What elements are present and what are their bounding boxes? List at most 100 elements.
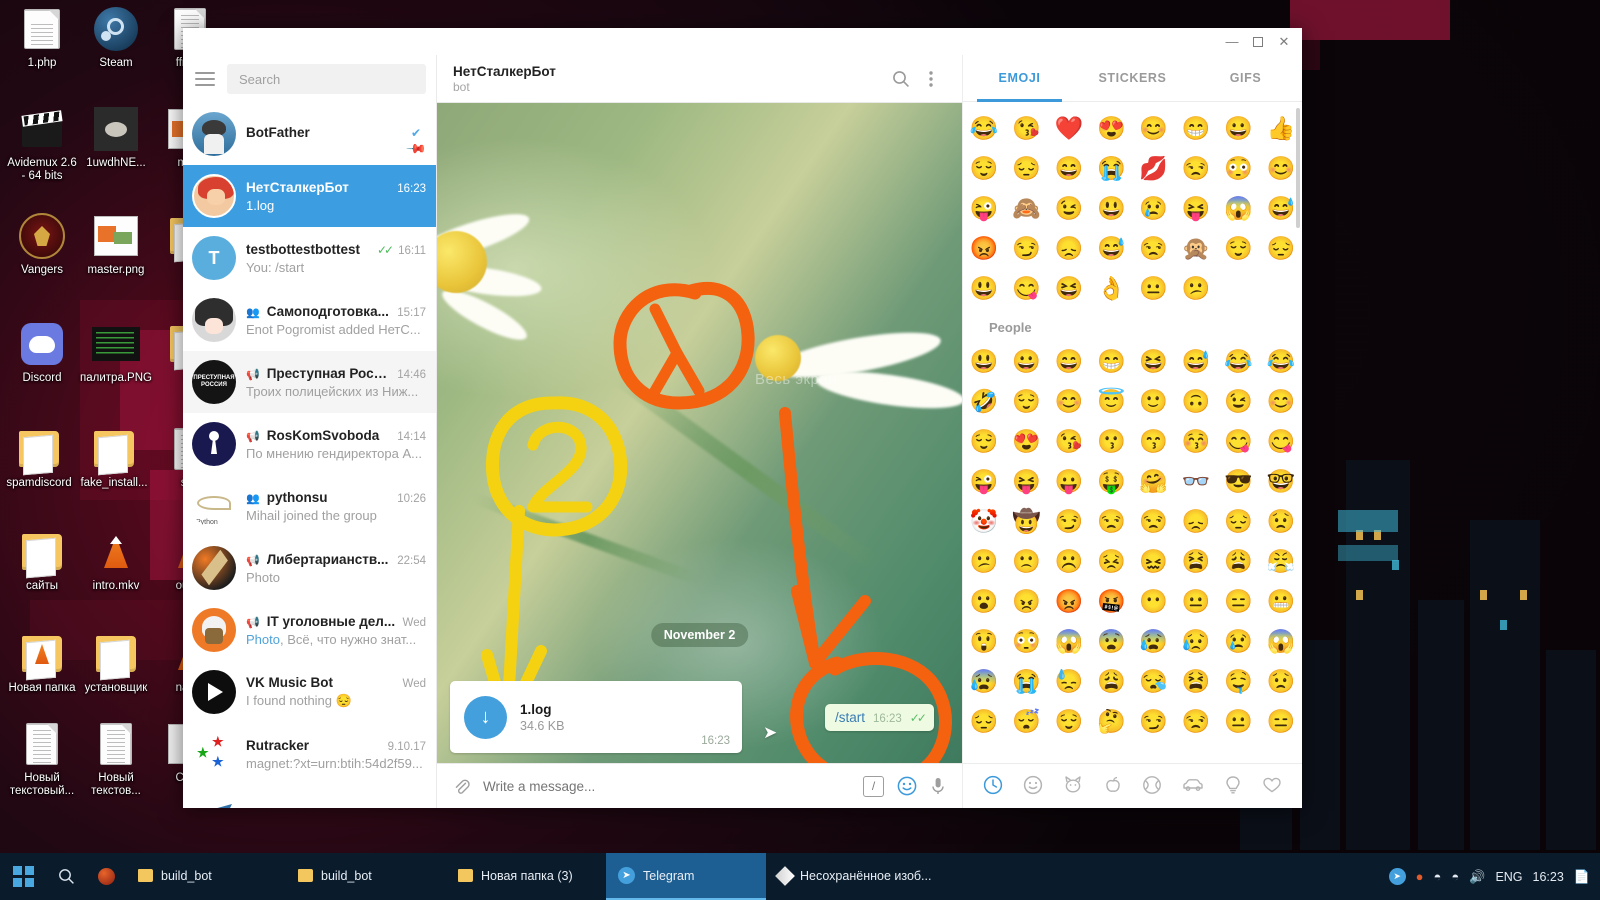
desktop-icon[interactable]: intro.mkv: [79, 528, 153, 593]
emoji-cell[interactable]: 😨: [1090, 621, 1132, 661]
emoji-scroll-area[interactable]: 😂 😘 ❤️ 😍 😊 😁 😀 👍 😌 😔 😄 😭 💋 😒 😳 😊 😜 🙈 😉 😃 😢 😝 😱 😅 😡 😏 😞 😅 😒 🙊 😌 😔 😃 😋 😆 👌 😐 😕 …: [963, 102, 1302, 763]
emoji-cell[interactable]: 😓: [1048, 661, 1090, 701]
emoji-cell[interactable]: 😄: [1048, 341, 1090, 381]
smiley-icon[interactable]: [897, 776, 917, 796]
emoji-cell[interactable]: 😂: [1217, 341, 1259, 381]
desktop-icon[interactable]: Steam: [79, 5, 153, 70]
language-indicator[interactable]: ENG: [1495, 870, 1522, 884]
emoji-cell[interactable]: 😀: [1217, 108, 1259, 148]
emoji-cell[interactable]: 😪: [1133, 661, 1175, 701]
emoji-cell[interactable]: ❤️: [1048, 108, 1090, 148]
desktop-icon[interactable]: установщик: [79, 630, 153, 695]
emoji-cell[interactable]: 😑: [1217, 581, 1259, 621]
forward-icon[interactable]: ➤: [763, 723, 777, 743]
download-icon[interactable]: ↓: [464, 695, 507, 739]
emoji-cell[interactable]: 😀: [1005, 341, 1047, 381]
smiley-icon[interactable]: [1023, 775, 1043, 798]
emoji-cell[interactable]: 💋: [1133, 148, 1175, 188]
desktop-icon[interactable]: Avidemux 2.6 - 64 bits: [5, 105, 79, 183]
chat-list-item[interactable]: VK Music Bot Wed I found nothing 😔: [183, 661, 436, 723]
windows-start-icon[interactable]: [0, 853, 46, 900]
emoji-cell[interactable]: 😂: [963, 108, 1005, 148]
heart-icon[interactable]: [1262, 775, 1282, 798]
emoji-cell[interactable]: 😰: [1133, 621, 1175, 661]
search-input[interactable]: Search: [227, 64, 426, 94]
emoji-cell[interactable]: 👓: [1175, 461, 1217, 501]
emoji-cell[interactable]: 🤣: [963, 381, 1005, 421]
emoji-cell[interactable]: 😝: [1175, 188, 1217, 228]
emoji-cell[interactable]: 🤔: [1090, 701, 1132, 741]
emoji-cell[interactable]: 😌: [963, 148, 1005, 188]
usb-icon[interactable]: ◓: [1434, 869, 1442, 884]
taskbar-button[interactable]: Несохранённое изоб...: [766, 853, 946, 900]
microphone-icon[interactable]: [930, 777, 946, 795]
close-button[interactable]: ✕: [1271, 31, 1297, 53]
emoji-cell[interactable]: 😌: [1048, 701, 1090, 741]
emoji-cell[interactable]: 😙: [1133, 421, 1175, 461]
desktop-icon[interactable]: master.png: [79, 212, 153, 277]
emoji-cell[interactable]: 😭: [1005, 661, 1047, 701]
emoji-cell[interactable]: 😶: [1133, 581, 1175, 621]
emoji-cell[interactable]: 😮: [963, 581, 1005, 621]
desktop-icon[interactable]: сайты: [5, 528, 79, 593]
emoji-cell[interactable]: 😋: [1260, 421, 1302, 461]
chat-list-item[interactable]: TgVPN 10.09.17: [183, 785, 436, 808]
desktop-icon[interactable]: палитра.PNG: [79, 320, 153, 385]
gpu-icon[interactable]: ●: [1416, 869, 1424, 884]
emoji-cell[interactable]: 😫: [1175, 661, 1217, 701]
chat-list-item[interactable]: Python 👥 pythonsu 10:26 Mihail joined th…: [183, 475, 436, 537]
taskbar-button[interactable]: build_bot: [286, 853, 446, 900]
emoji-cell[interactable]: 😒: [1175, 148, 1217, 188]
clock-icon[interactable]: [983, 775, 1003, 798]
slash-command-icon[interactable]: /: [863, 775, 884, 797]
ball-icon[interactable]: [1142, 775, 1162, 798]
emoji-cell[interactable]: 😱: [1260, 621, 1302, 661]
emoji-cell[interactable]: 😩: [1217, 541, 1259, 581]
emoji-cell[interactable]: 😅: [1175, 341, 1217, 381]
emoji-cell[interactable]: 😌: [1217, 228, 1259, 268]
emoji-cell[interactable]: 😩: [1090, 661, 1132, 701]
paperclip-icon[interactable]: [453, 778, 470, 795]
emoji-cell[interactable]: 😊: [1260, 381, 1302, 421]
emoji-cell[interactable]: 😟: [1260, 661, 1302, 701]
emoji-cell[interactable]: 😘: [1005, 108, 1047, 148]
chat-list-item-selected[interactable]: НетСталкерБот 16:23 1.log: [183, 165, 436, 227]
file-message-bubble[interactable]: ↓ 1.log 34.6 KB 16:23: [450, 681, 742, 753]
emoji-grid-people[interactable]: 😃 😀 😄 😁 😆 😅 😂 😂 🤣 😌 😊 😇 🙂 🙃 😉 😊 😌 😍 😘 😗 😙 😚 😋 😋 😜 😝 😛 🤑 🤗 👓 😎 🤓 🤡 🤠 😏 😒 😒 😞 😔 😟…: [963, 341, 1302, 741]
emoji-cell[interactable]: 🙂: [1133, 381, 1175, 421]
emoji-cell[interactable]: 😐: [1133, 268, 1175, 308]
emoji-cell[interactable]: 😕: [963, 541, 1005, 581]
apple-icon[interactable]: [1103, 775, 1123, 798]
emoji-cell[interactable]: 😠: [1005, 581, 1047, 621]
emoji-cell[interactable]: 😏: [1005, 228, 1047, 268]
volume-icon[interactable]: 🔊: [1469, 869, 1485, 885]
emoji-cell[interactable]: 👌: [1090, 268, 1132, 308]
emoji-cell[interactable]: 😔: [1260, 228, 1302, 268]
emoji-cell[interactable]: 😞: [1048, 228, 1090, 268]
emoji-cell[interactable]: 🤠: [1005, 501, 1047, 541]
emoji-cell[interactable]: 😐: [1217, 701, 1259, 741]
emoji-cell[interactable]: 😎: [1217, 461, 1259, 501]
emoji-cell[interactable]: 🤡: [963, 501, 1005, 541]
desktop-icon[interactable]: fake_install...: [77, 425, 151, 490]
emoji-cell[interactable]: 😜: [963, 188, 1005, 228]
emoji-cell[interactable]: 😣: [1090, 541, 1132, 581]
emoji-cell[interactable]: 😆: [1048, 268, 1090, 308]
emoji-cell[interactable]: 😌: [1005, 381, 1047, 421]
emoji-cell[interactable]: 😰: [963, 661, 1005, 701]
taskbar-button[interactable]: build_bot: [126, 853, 286, 900]
emoji-cell[interactable]: 😄: [1048, 148, 1090, 188]
emoji-cell[interactable]: 😍: [1005, 421, 1047, 461]
emoji-cell[interactable]: 😇: [1090, 381, 1132, 421]
emoji-cell[interactable]: 😞: [1175, 501, 1217, 541]
emoji-cell[interactable]: 😟: [1260, 501, 1302, 541]
emoji-cell[interactable]: 🤑: [1090, 461, 1132, 501]
emoji-cell[interactable]: 😔: [1217, 501, 1259, 541]
emoji-cell[interactable]: 😳: [1005, 621, 1047, 661]
emoji-cell[interactable]: 🙈: [1005, 188, 1047, 228]
taskbar-button-telegram[interactable]: ➤ Telegram: [606, 853, 766, 900]
scrollbar-thumb[interactable]: [1296, 108, 1300, 228]
emoji-cell[interactable]: 😒: [1090, 501, 1132, 541]
car-icon[interactable]: [1182, 775, 1204, 798]
emoji-grid-recent[interactable]: 😂 😘 ❤️ 😍 😊 😁 😀 👍 😌 😔 😄 😭 💋 😒 😳 😊 😜 🙈 😉 😃 😢 😝 😱 😅 😡 😏 😞 😅 😒 🙊 😌 😔 😃 😋 😆 👌 😐 😕: [963, 108, 1302, 308]
